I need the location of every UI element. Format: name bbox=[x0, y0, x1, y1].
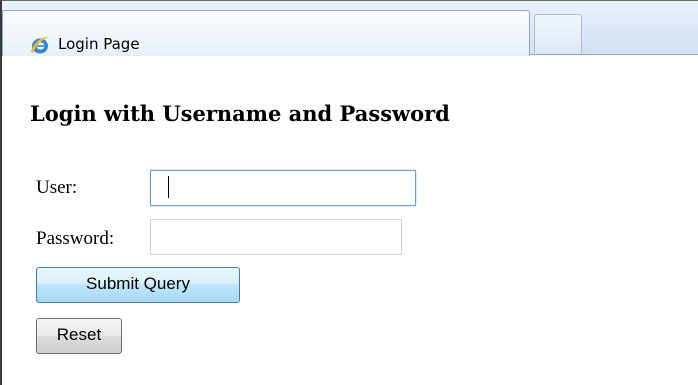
browser-window: Login Page Login with Username and Passw… bbox=[0, 0, 698, 385]
user-label: User: bbox=[36, 177, 78, 198]
tab-login-page[interactable]: Login Page bbox=[2, 10, 530, 56]
user-input[interactable] bbox=[150, 170, 416, 206]
tab-title: Login Page bbox=[58, 35, 140, 53]
password-label: Password: bbox=[36, 228, 115, 249]
reset-button[interactable]: Reset bbox=[36, 318, 122, 354]
tab-bar: Login Page bbox=[2, 1, 698, 56]
text-caret bbox=[168, 176, 169, 198]
new-tab-button[interactable] bbox=[534, 14, 582, 53]
submit-query-button[interactable]: Submit Query bbox=[36, 267, 240, 303]
page-heading: Login with Username and Password bbox=[30, 101, 450, 126]
internet-explorer-icon bbox=[31, 36, 49, 54]
page-content: Login with Username and Password User: P… bbox=[2, 56, 698, 385]
password-input[interactable] bbox=[150, 219, 402, 255]
